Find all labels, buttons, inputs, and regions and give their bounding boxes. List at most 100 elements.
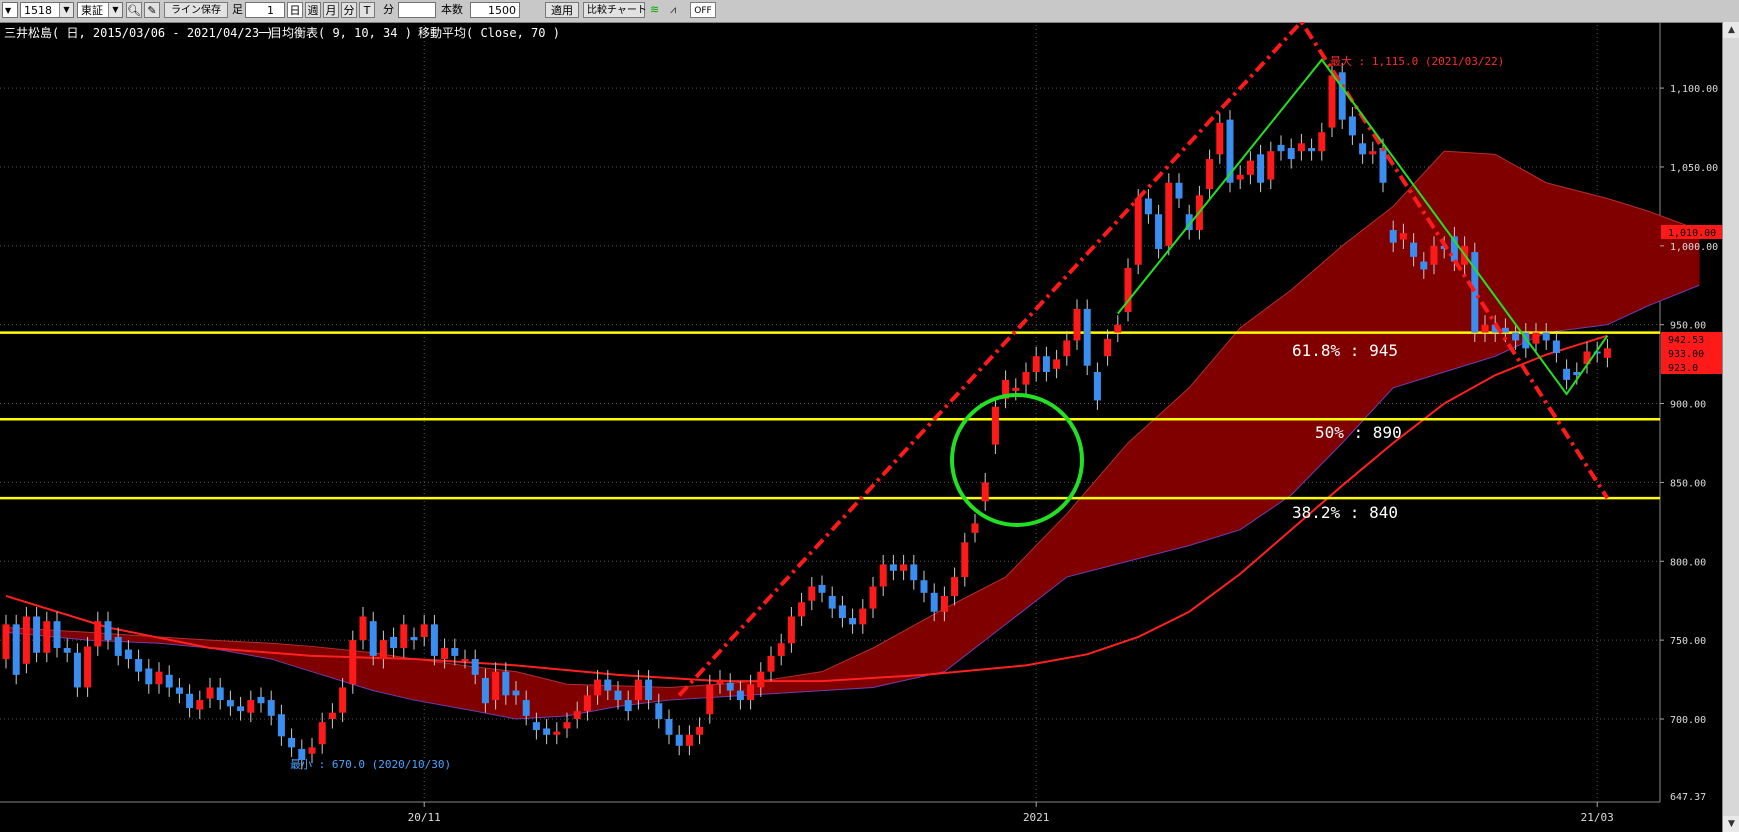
candle-body [277, 714, 285, 737]
stock-code-select[interactable]: 1518 ▼ [20, 2, 74, 18]
candle [165, 665, 173, 697]
cloud-segment [1010, 565, 1017, 622]
candle [390, 627, 398, 658]
cloud-segment [852, 654, 859, 690]
candle [1073, 299, 1081, 350]
price-chart[interactable]: 700.00 750.00 800.00 850.00 900.00 950.00 1,00… [0, 22, 1722, 832]
max-annotation: 最大 : 1,115.0 (2021/03/22) [1330, 54, 1504, 68]
cloud-segment [867, 647, 874, 689]
price-tag-b: 942.53 [1661, 332, 1722, 346]
cloud-segment [1265, 304, 1272, 513]
candle-body [400, 624, 408, 649]
candle [257, 687, 265, 713]
month-button[interactable]: 月 [323, 2, 339, 18]
menu-dropdown[interactable]: ▼ [2, 2, 18, 18]
cloud-segment [826, 666, 833, 691]
candle [1297, 133, 1305, 161]
y-tick-label: 1,050.00 [1670, 163, 1718, 174]
cloud-segment [1398, 194, 1404, 387]
cloud-segment [1188, 380, 1195, 546]
cloud-segment [1285, 289, 1292, 500]
candle-body [12, 624, 20, 675]
candle [920, 570, 928, 603]
week-button[interactable]: 週 [305, 2, 321, 18]
cloud-segment [1127, 437, 1134, 562]
cloud-segment [1148, 419, 1154, 557]
candle-body [410, 636, 418, 641]
cloud-segment [1372, 217, 1379, 411]
candle-body [1267, 151, 1275, 180]
candle [420, 614, 428, 647]
candle [696, 717, 704, 745]
off-toggle[interactable]: OFF [690, 2, 716, 18]
minute-button[interactable]: 分 [341, 2, 357, 18]
trend-tool-icon[interactable]: ⩘ [670, 2, 688, 18]
candle-body [665, 718, 673, 735]
day-button[interactable]: 日 [287, 2, 303, 18]
cloud-segment [796, 674, 802, 693]
cloud-segment [923, 616, 930, 677]
minute-input[interactable] [398, 2, 436, 18]
y-tick-label: 900.00 [1670, 400, 1706, 411]
cloud-segment [933, 610, 940, 675]
cloud-segment [663, 686, 670, 702]
candle [1226, 110, 1234, 193]
edit-button[interactable]: ✎ [144, 2, 160, 18]
cloud-segment [123, 634, 129, 643]
candle [1042, 346, 1050, 382]
candle [889, 554, 897, 581]
candle-body [267, 700, 275, 716]
candle-body [1114, 324, 1122, 333]
candle-body [849, 618, 857, 625]
scroll-up-icon[interactable]: ▲ [1723, 22, 1739, 38]
line-tool-icon[interactable]: ≋ [650, 2, 668, 18]
cloud-segment [1000, 576, 1006, 629]
candle [277, 704, 285, 746]
search-button[interactable]: 🔍︎ [126, 2, 142, 18]
price-tag-b-text: 942.53 [1668, 335, 1704, 346]
candle [1369, 141, 1377, 164]
cloud-segment [1556, 184, 1562, 332]
candle-body [165, 674, 173, 688]
vertical-scrollbar[interactable]: ▲ ▼ [1722, 22, 1739, 832]
cloud-segment [1433, 155, 1440, 376]
candle-body [1083, 308, 1091, 366]
compare-chart-button[interactable]: 比較チャート [583, 2, 647, 18]
tick-button[interactable]: T [359, 2, 375, 18]
candle-body [84, 646, 92, 688]
candle [1124, 258, 1132, 322]
candle-body [63, 648, 71, 653]
cloud-segment [842, 659, 848, 690]
apply-button[interactable]: 適用 [545, 2, 579, 18]
period-input[interactable]: 1 [245, 2, 285, 18]
candle-body [798, 602, 806, 617]
candle [288, 728, 296, 757]
candle [94, 611, 102, 656]
candle-body [777, 643, 785, 656]
candle-body [22, 616, 30, 664]
count-input[interactable]: 1500 [470, 2, 520, 18]
candle [1002, 370, 1010, 409]
save-line-button[interactable]: ライン保存 [164, 2, 228, 18]
candle [124, 640, 132, 669]
cloud-segment [332, 648, 338, 680]
candle [859, 599, 867, 634]
candle-body [1552, 340, 1560, 354]
candle-body [1144, 198, 1152, 215]
cloud-segment [954, 600, 961, 665]
cloud-segment [928, 613, 935, 676]
candle-body [226, 700, 234, 707]
candle [838, 595, 846, 628]
candle-body [1563, 368, 1571, 380]
cloud-segment [255, 642, 262, 658]
exchange-select[interactable]: 東証 ▼ [77, 2, 123, 18]
candle-body [1512, 332, 1520, 341]
candle [247, 690, 255, 723]
scroll-down-icon[interactable]: ▼ [1723, 816, 1739, 832]
cloud-segment [653, 686, 660, 703]
chevron-down-icon: ▼ [59, 3, 73, 17]
cloud-segment [1311, 267, 1317, 475]
cloud-segment [1071, 501, 1078, 577]
off-label: OFF [694, 6, 712, 16]
cloud-segment [576, 684, 583, 715]
